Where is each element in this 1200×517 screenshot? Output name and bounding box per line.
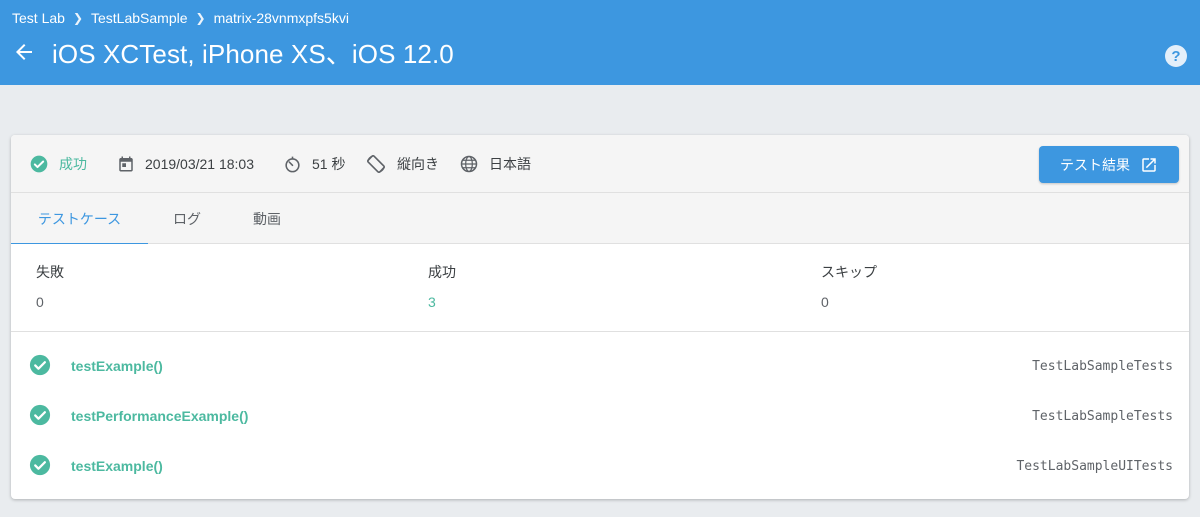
orientation-text: 縦向き xyxy=(397,156,439,172)
tab-bar: テストケース ログ 動画 xyxy=(11,193,1189,245)
test-suite-name: TestLabSampleUITests xyxy=(1016,458,1173,474)
tab-label: テストケース xyxy=(37,210,122,227)
test-case-row[interactable]: testExample() TestLabSampleUITests xyxy=(11,441,1189,491)
breadcrumb-item-project[interactable]: TestLabSample xyxy=(91,10,188,26)
check-circle-icon xyxy=(29,454,51,476)
tab-label: 動画 xyxy=(253,210,281,227)
check-circle-icon xyxy=(29,354,51,376)
page-title: iOS XCTest, iPhone XS、iOS 12.0 xyxy=(52,39,454,69)
test-case-name[interactable]: testExample() xyxy=(71,341,163,391)
date-text: 2019/03/21 18:03 xyxy=(145,156,254,172)
calendar-icon xyxy=(119,156,133,172)
open-in-new-icon xyxy=(1142,157,1156,172)
tab-test-cases[interactable]: テストケース xyxy=(11,193,148,245)
test-stats: 失敗 0 成功 3 スキップ 0 xyxy=(11,244,1189,332)
duration-text: 51 秒 xyxy=(312,156,346,172)
locale-summary: 日本語 xyxy=(459,135,531,193)
test-suite-name: TestLabSampleTests xyxy=(1032,358,1173,374)
test-case-name[interactable]: testPerformanceExample() xyxy=(71,391,248,441)
stat-passed: 成功 3 xyxy=(428,262,456,310)
tab-video[interactable]: 動画 xyxy=(239,193,295,244)
stat-label: スキップ xyxy=(821,264,877,280)
help-circle-icon[interactable]: ? xyxy=(1165,45,1187,67)
execution-summary: 成功 2019/03/21 18:03 51 秒 縦向き 日本語 テスト結果 xyxy=(11,135,1189,193)
test-results-button[interactable]: テスト結果 xyxy=(1039,146,1179,183)
test-case-row[interactable]: testExample() TestLabSampleTests xyxy=(11,341,1189,391)
tab-label: ログ xyxy=(173,210,201,227)
stat-label: 成功 xyxy=(428,264,456,280)
stat-value: 0 xyxy=(821,294,829,310)
status-text: 成功 xyxy=(59,156,87,172)
chevron-right-icon: ❯ xyxy=(72,11,83,25)
chevron-right-icon: ❯ xyxy=(195,11,206,25)
breadcrumb: Test Lab ❯ TestLabSample ❯ matrix-28vnmx… xyxy=(12,10,349,26)
test-case-name[interactable]: testExample() xyxy=(71,441,163,491)
globe-icon xyxy=(460,155,478,173)
back-arrow-icon[interactable] xyxy=(12,40,36,64)
stat-skipped: スキップ 0 xyxy=(821,262,877,310)
app-header: Test Lab ❯ TestLabSample ❯ matrix-28vnmx… xyxy=(0,0,1200,85)
date-summary: 2019/03/21 18:03 xyxy=(117,135,254,193)
duration-summary: 51 秒 xyxy=(283,135,345,193)
stat-value: 0 xyxy=(36,294,44,310)
check-circle-icon xyxy=(30,155,48,173)
breadcrumb-item-test-lab[interactable]: Test Lab xyxy=(12,10,65,26)
status-summary: 成功 xyxy=(29,135,87,193)
stat-failed: 失敗 0 xyxy=(36,262,64,310)
locale-text: 日本語 xyxy=(489,156,531,172)
timer-icon xyxy=(285,156,300,172)
test-suite-name: TestLabSampleTests xyxy=(1032,408,1173,424)
stat-value: 3 xyxy=(428,294,436,310)
orientation-summary: 縦向き xyxy=(365,135,439,193)
check-circle-icon xyxy=(29,404,51,426)
breadcrumb-item-matrix[interactable]: matrix-28vnmxpfs5kvi xyxy=(214,10,349,26)
test-case-row[interactable]: testPerformanceExample() TestLabSampleTe… xyxy=(11,391,1189,441)
screen-rotation-icon xyxy=(366,154,386,174)
tab-logs[interactable]: ログ xyxy=(159,193,215,244)
stat-label: 失敗 xyxy=(36,264,64,280)
execution-card: 成功 2019/03/21 18:03 51 秒 縦向き 日本語 テスト結果 テ… xyxy=(11,135,1189,499)
test-results-label: テスト結果 xyxy=(1060,156,1130,173)
